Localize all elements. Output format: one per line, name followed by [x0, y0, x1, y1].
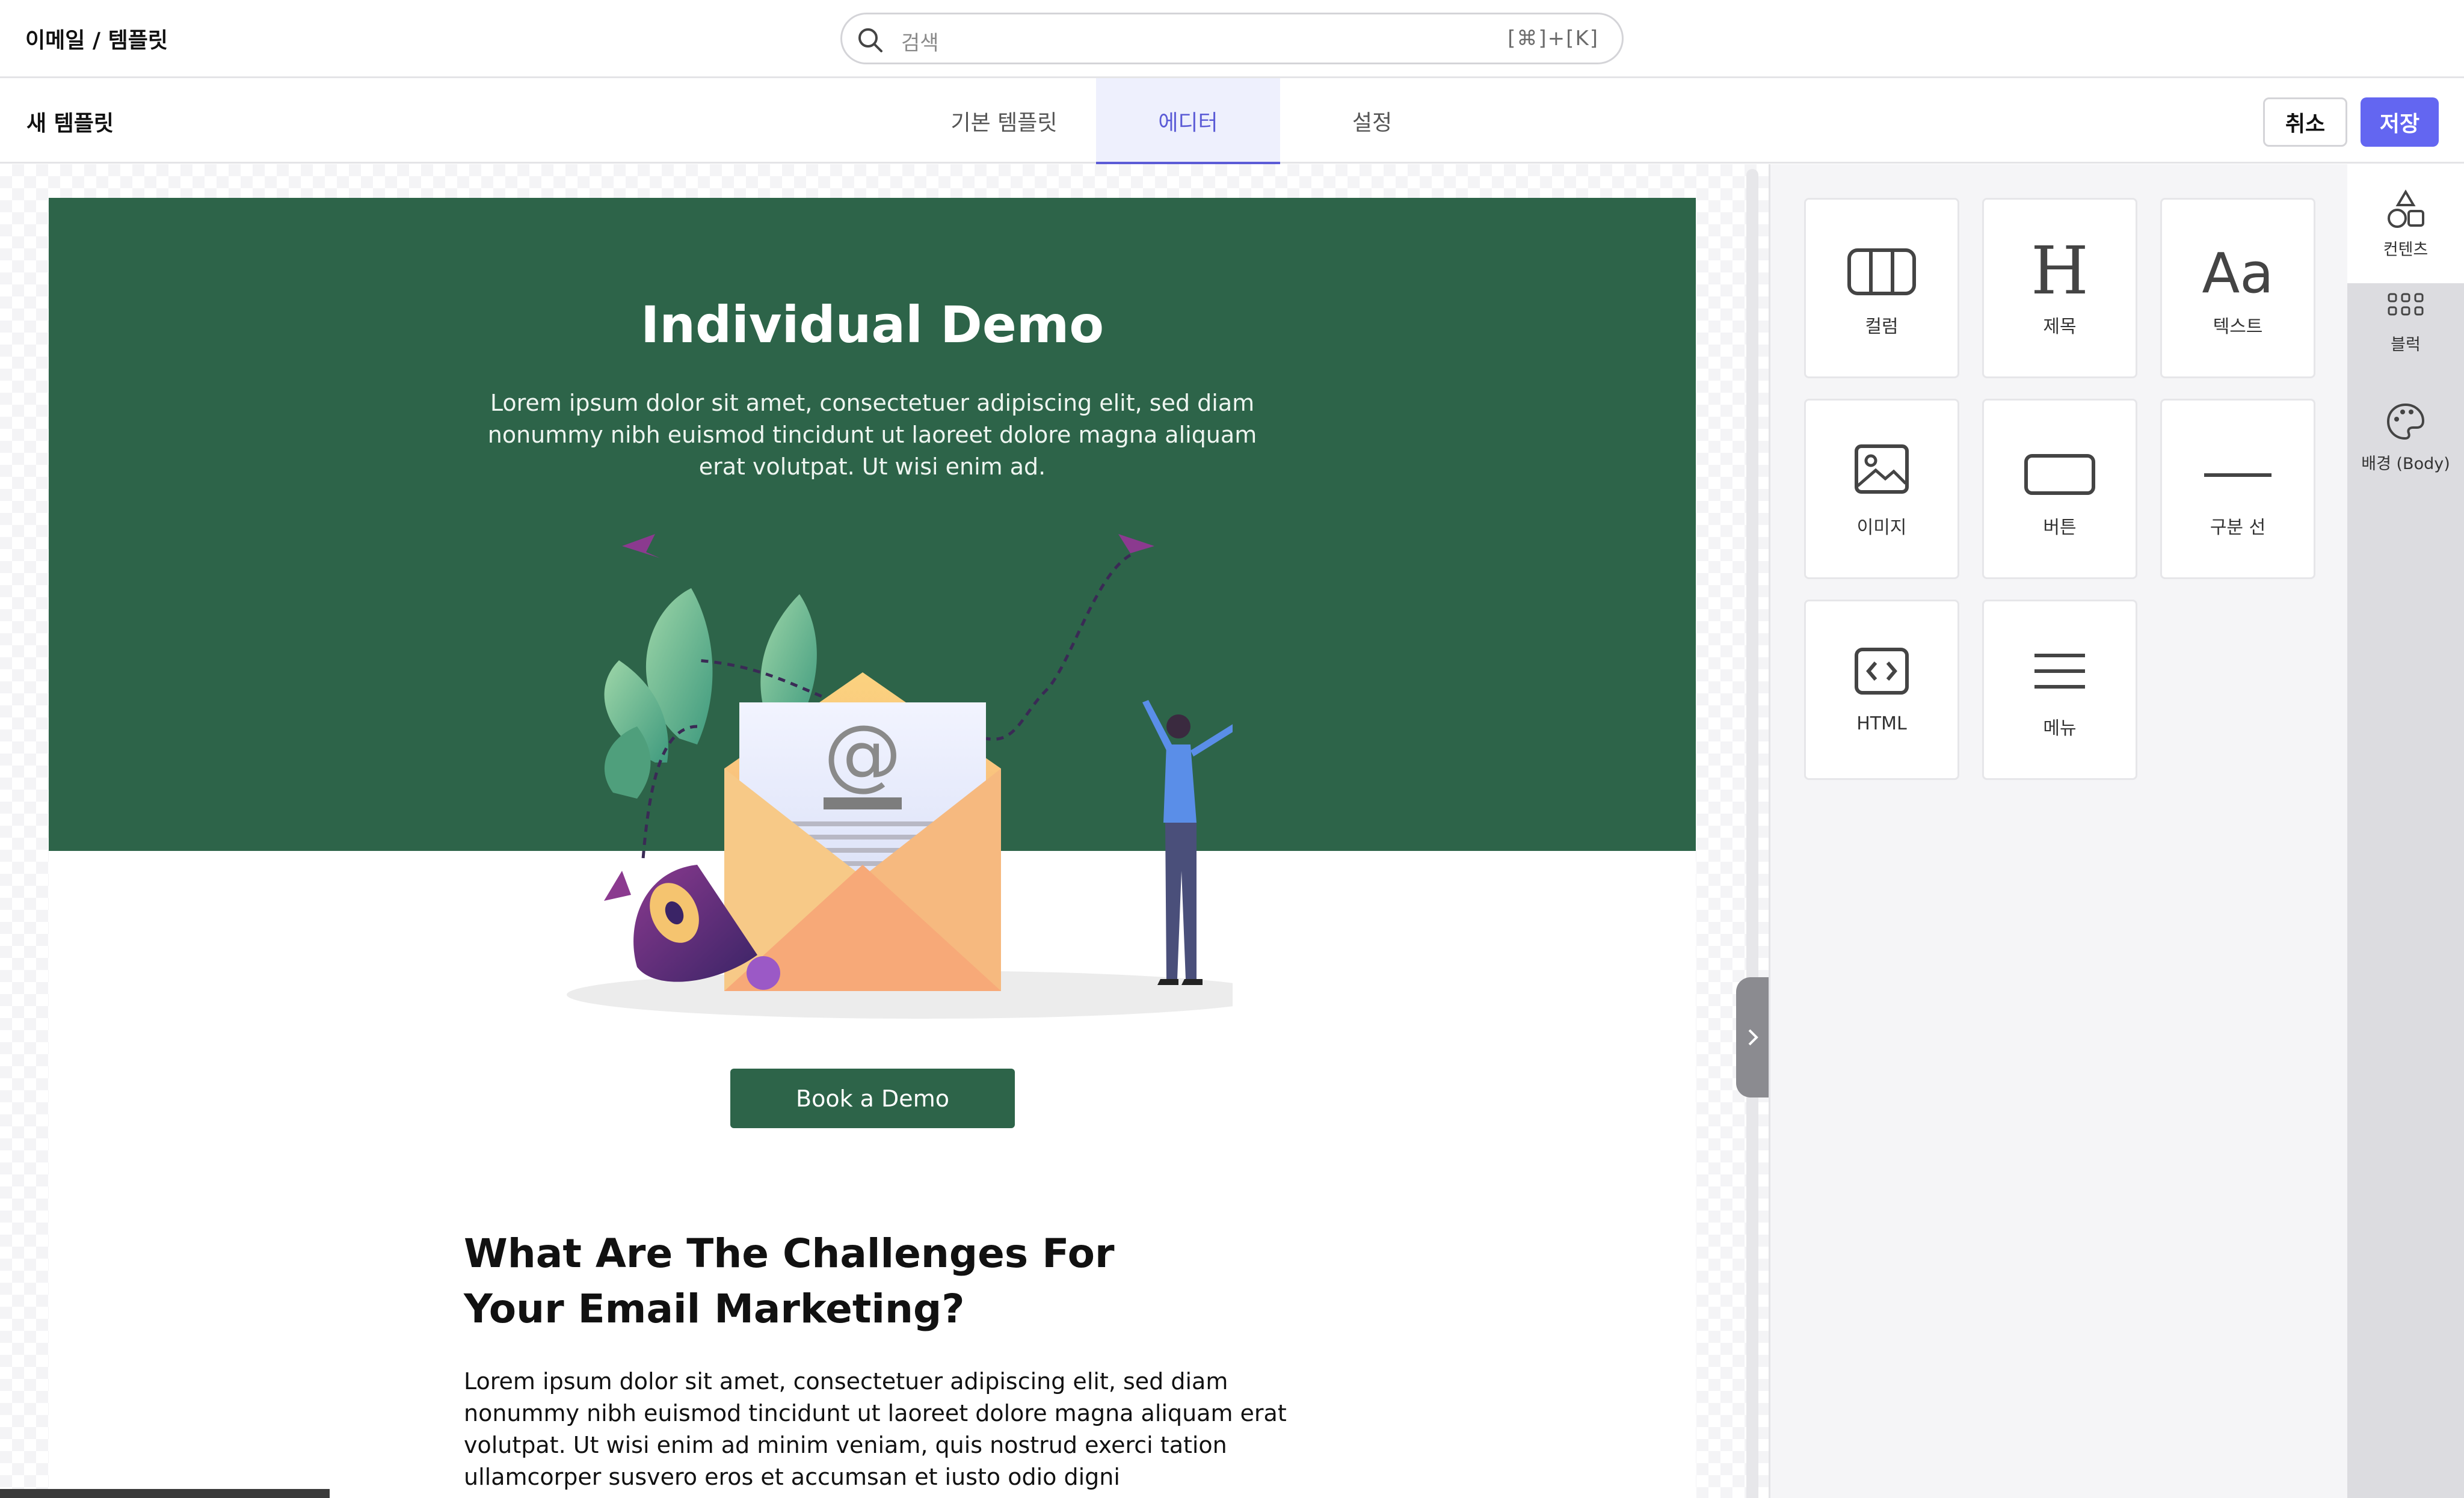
- block-label: 텍스트: [2213, 316, 2263, 337]
- window-bottom-bar: [0, 1489, 330, 1498]
- editor-canvas[interactable]: Individual Demo Lorem ipsum dolor sit am…: [0, 164, 1769, 1498]
- block-label: 구분 선: [2210, 517, 2266, 538]
- rail-label: 블럭: [2391, 336, 2421, 354]
- rail-item-blocks[interactable]: 블럭: [2347, 283, 2464, 402]
- canvas-scrollbar[interactable]: [1746, 169, 1758, 1498]
- image-icon: [1855, 444, 1909, 494]
- save-button[interactable]: 저장: [2361, 97, 2439, 147]
- cancel-button[interactable]: 취소: [2263, 97, 2347, 147]
- chevron-right-icon: [1748, 1029, 1758, 1046]
- text-icon: Aa: [2202, 241, 2273, 301]
- hero-title[interactable]: Individual Demo: [49, 295, 1696, 354]
- search-placeholder: 검색: [901, 31, 939, 55]
- button-icon: [2024, 454, 2095, 495]
- top-bar: 이메일 / 템플릿 검색 [⌘]+[K]: [0, 0, 2464, 78]
- editor-tabs: 기본 템플릿 에디터 설정: [912, 78, 1464, 165]
- svg-text:H: H: [2031, 232, 2089, 301]
- block-card-image[interactable]: 이미지: [1804, 399, 1959, 579]
- rail-label: 배경 (Body): [2361, 455, 2450, 473]
- menu-icon: [2034, 654, 2085, 689]
- email-preview[interactable]: Individual Demo Lorem ipsum dolor sit am…: [49, 198, 1696, 1498]
- book-demo-button[interactable]: Book a Demo: [730, 1069, 1015, 1128]
- section-body-text[interactable]: Lorem ipsum dolor sit amet, consectetuer…: [464, 1366, 1306, 1493]
- tab-settings[interactable]: 설정: [1280, 78, 1464, 164]
- rail-label: 컨텐츠: [2383, 241, 2429, 259]
- html-code-icon: [1855, 648, 1909, 695]
- block-label: 제목: [2043, 316, 2077, 337]
- tab-editor[interactable]: 에디터: [1096, 78, 1280, 165]
- grid-dots-icon: [2388, 293, 2424, 316]
- content-blocks-panel: 컬럼 H 제목 Aa 텍스트 이미지 버튼 구분 선 HTML 메뉴: [1769, 164, 2347, 1498]
- block-label: HTML: [1856, 713, 1907, 734]
- shapes-icon: [2388, 189, 2424, 228]
- block-label: 버튼: [2043, 517, 2077, 538]
- search-icon: [858, 28, 882, 52]
- editor-toolbar: 새 템플릿 기본 템플릿 에디터 설정 취소 저장: [0, 78, 2464, 165]
- block-card-html[interactable]: HTML: [1804, 600, 1959, 780]
- tab-basic-template[interactable]: 기본 템플릿: [912, 78, 1096, 164]
- search-shortcut-hint: [⌘]+[K]: [1508, 26, 1599, 51]
- email-marketing-illustration[interactable]: @: [517, 510, 1233, 1027]
- svg-text:@: @: [824, 708, 902, 799]
- block-label: 메뉴: [2043, 718, 2077, 739]
- divider-icon: [2204, 473, 2272, 477]
- block-card-button[interactable]: 버튼: [1982, 399, 2137, 579]
- block-card-heading[interactable]: H 제목: [1982, 198, 2137, 378]
- block-label: 이미지: [1856, 517, 1907, 538]
- heading-icon: H: [2031, 232, 2089, 301]
- panel-collapse-handle[interactable]: [1736, 977, 1769, 1097]
- template-name: 새 템플릿: [26, 111, 114, 136]
- search-input[interactable]: 검색 [⌘]+[K]: [840, 13, 1624, 64]
- block-card-text[interactable]: Aa 텍스트: [2160, 198, 2315, 378]
- side-rail: 컨텐츠 블럭 배경 (Body): [2347, 164, 2464, 1498]
- block-card-menu[interactable]: 메뉴: [1982, 600, 2137, 780]
- block-card-divider[interactable]: 구분 선: [2160, 399, 2315, 579]
- columns-icon: [1847, 248, 1916, 295]
- svg-text:Aa: Aa: [2202, 241, 2273, 301]
- block-label: 컬럼: [1865, 316, 1899, 337]
- block-card-columns[interactable]: 컬럼: [1804, 198, 1959, 378]
- rail-item-contents[interactable]: 컨텐츠: [2347, 164, 2464, 283]
- breadcrumb[interactable]: 이메일 / 템플릿: [25, 23, 168, 54]
- palette-icon: [2386, 403, 2425, 440]
- section-title[interactable]: What Are The Challenges For Your Email M…: [464, 1226, 1126, 1337]
- rail-item-background[interactable]: 배경 (Body): [2347, 402, 2464, 521]
- hero-body-text[interactable]: Lorem ipsum dolor sit amet, consectetuer…: [481, 387, 1263, 483]
